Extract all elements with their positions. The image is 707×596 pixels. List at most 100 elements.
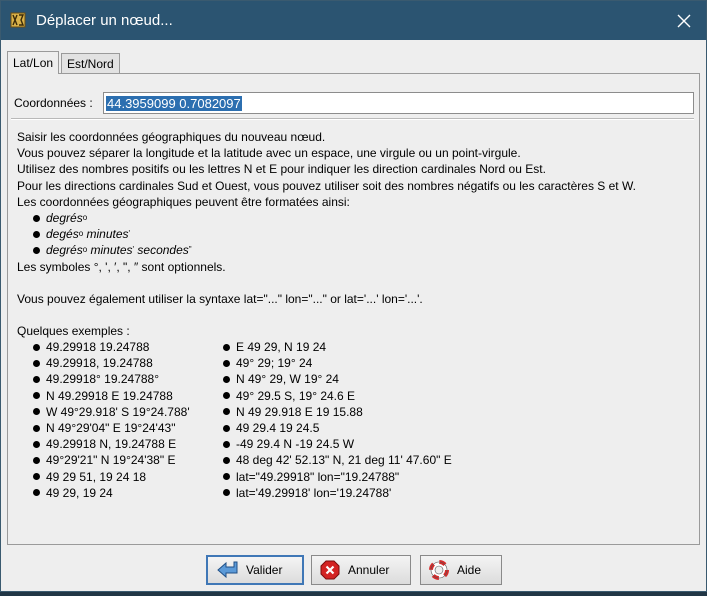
tab-lat-lon[interactable]: Lat/Lon bbox=[7, 51, 60, 74]
aide-label: Aide bbox=[457, 563, 482, 577]
bullet-icon bbox=[33, 473, 40, 481]
example-item: lat='49.29918' lon='19.24788' bbox=[207, 485, 452, 501]
bullet-icon bbox=[223, 473, 230, 481]
example-item: 48 deg 42' 52.13" N, 21 deg 11' 47.60" E bbox=[207, 452, 452, 468]
example-text: lat='49.29918' lon='19.24788' bbox=[236, 485, 392, 500]
tab-est-nord[interactable]: Est/Nord bbox=[61, 53, 120, 73]
example-text: N 49°29'04" E 19°24'43" bbox=[46, 421, 176, 436]
example-text: 49.29918° 19.24788° bbox=[46, 372, 160, 387]
example-text: -49 29.4 N -19 24.5 W bbox=[236, 437, 355, 452]
close-icon bbox=[677, 14, 691, 27]
bullet-icon bbox=[223, 456, 230, 464]
example-item: 49.29918 19.24788 bbox=[17, 339, 190, 355]
example-item: W 49°29.918' S 19°24.788' bbox=[17, 404, 190, 420]
example-item: N 49 29.918 E 19 15.88 bbox=[207, 404, 452, 420]
bullet-icon bbox=[33, 424, 40, 432]
coordinates-value: 44.3959099 0.7082097 bbox=[106, 95, 242, 111]
example-text: N 49 29.918 E 19 15.88 bbox=[236, 404, 363, 419]
bullet-icon bbox=[33, 392, 40, 400]
example-item: 49° 29.5 S, 19° 24.6 E bbox=[207, 388, 452, 404]
format-item: degrés o minutes ' secondes " bbox=[17, 242, 697, 258]
close-button[interactable] bbox=[662, 1, 706, 40]
move-node-dialog: Déplacer un nœud... Lat/Lon Est/Nord Coo… bbox=[0, 0, 707, 592]
coordinates-label: Coordonnées : bbox=[14, 96, 93, 110]
bullet-icon bbox=[33, 440, 40, 448]
bullet-icon bbox=[33, 214, 40, 222]
valider-label: Valider bbox=[246, 563, 283, 577]
example-text: 49° 29.5 S, 19° 24.6 E bbox=[236, 388, 356, 403]
bullet-icon bbox=[33, 359, 40, 367]
bullet-icon bbox=[223, 408, 230, 416]
help-line: Vous pouvez séparer la longitude et la l… bbox=[17, 146, 521, 161]
example-text: 49 29.4 19 24.5 bbox=[236, 421, 320, 436]
example-item: 49.29918° 19.24788° bbox=[17, 371, 190, 387]
example-text: N 49° 29, W 19° 24 bbox=[236, 372, 339, 387]
format-word: degés bbox=[46, 227, 79, 242]
example-text: 49° 29; 19° 24 bbox=[236, 356, 313, 371]
valider-button[interactable]: Valider bbox=[206, 555, 304, 585]
help-line: Les coordonnées géographiques peuvent êt… bbox=[17, 194, 350, 209]
example-text: 49 29, 19 24 bbox=[46, 485, 113, 500]
example-item: 49.29918, 19.24788 bbox=[17, 355, 190, 371]
annuler-label: Annuler bbox=[348, 563, 390, 577]
bullet-icon bbox=[223, 440, 230, 448]
help-line: Saisir les coordonnées géographiques du … bbox=[17, 130, 326, 144]
example-item: 49 29.4 19 24.5 bbox=[207, 420, 452, 436]
bullet-icon bbox=[33, 246, 40, 254]
example-text: 49 29 51, 19 24 18 bbox=[46, 469, 147, 484]
example-item: 49.29918 N, 19.24788 E bbox=[17, 436, 190, 452]
example-text: lat="49.29918" lon="19.24788" bbox=[236, 469, 400, 484]
aide-button[interactable]: Aide bbox=[420, 555, 502, 585]
coordinates-input[interactable]: 44.3959099 0.7082097 bbox=[103, 92, 694, 114]
bullet-icon bbox=[33, 230, 40, 238]
title-bar[interactable]: Déplacer un nœud... bbox=[1, 1, 706, 40]
bullet-icon bbox=[223, 375, 230, 383]
lifebuoy-icon bbox=[429, 560, 449, 580]
example-text: 49.29918, 19.24788 bbox=[46, 356, 153, 371]
format-word: degrés bbox=[46, 243, 83, 258]
example-text: 49.29918 19.24788 bbox=[46, 340, 150, 355]
example-text: W 49°29.918' S 19°24.788' bbox=[46, 404, 190, 419]
arrow-left-icon bbox=[217, 561, 238, 579]
example-item: -49 29.4 N -19 24.5 W bbox=[207, 436, 452, 452]
bullet-icon bbox=[33, 489, 40, 497]
cancel-icon bbox=[320, 560, 340, 580]
bullet-icon bbox=[223, 392, 230, 400]
josm-app-icon bbox=[10, 12, 26, 28]
bullet-icon bbox=[33, 456, 40, 464]
example-text: 49.29918 N, 19.24788 E bbox=[46, 437, 177, 452]
annuler-button[interactable]: Annuler bbox=[311, 555, 411, 585]
bullet-icon bbox=[223, 424, 230, 432]
example-text: 48 deg 42' 52.13" N, 21 deg 11' 47.60" E bbox=[236, 453, 452, 468]
help-line: Pour les directions cardinales Sud et Ou… bbox=[17, 178, 636, 193]
example-item: 49 29, 19 24 bbox=[17, 485, 190, 501]
examples-title: Quelques exemples : bbox=[17, 324, 130, 339]
bullet-icon bbox=[223, 343, 230, 351]
syntax-note: Vous pouvez également utiliser la syntax… bbox=[17, 291, 423, 306]
help-line: Utilisez des nombres positifs ou les let… bbox=[17, 162, 546, 177]
background-strip bbox=[0, 592, 707, 596]
examples-column-right: E 49 29, N 19 24 49° 29; 19° 24 N 49° 29, … bbox=[207, 339, 452, 501]
example-text: 49°29'21" N 19°24'38" E bbox=[46, 453, 176, 468]
format-word: secondes bbox=[137, 243, 189, 258]
example-item: N 49°29'04" E 19°24'43" bbox=[17, 420, 190, 436]
examples-column-left: 49.29918 19.24788 49.29918, 19.24788 49.29… bbox=[17, 339, 190, 501]
format-word: minutes bbox=[90, 243, 133, 258]
example-item: 49 29 51, 19 24 18 bbox=[17, 469, 190, 485]
bullet-icon bbox=[223, 489, 230, 497]
separator bbox=[11, 118, 694, 120]
example-item: N 49.29918 E 19.24788 bbox=[17, 388, 190, 404]
window-title: Déplacer un nœud... bbox=[36, 12, 173, 29]
bullet-icon bbox=[223, 359, 230, 367]
format-word: minutes bbox=[86, 227, 129, 242]
example-text: E 49 29, N 19 24 bbox=[236, 340, 327, 355]
format-word: degrés bbox=[46, 210, 83, 225]
example-text: N 49.29918 E 19.24788 bbox=[46, 388, 173, 403]
button-bar: Valider Annuler Aide bbox=[1, 551, 706, 593]
bullet-icon bbox=[33, 408, 40, 416]
example-item: lat="49.29918" lon="19.24788" bbox=[207, 469, 452, 485]
format-item: degrés o bbox=[17, 210, 697, 226]
symbols-note: Les symboles °, ', ′, ", ″ sont optionne… bbox=[17, 259, 226, 274]
